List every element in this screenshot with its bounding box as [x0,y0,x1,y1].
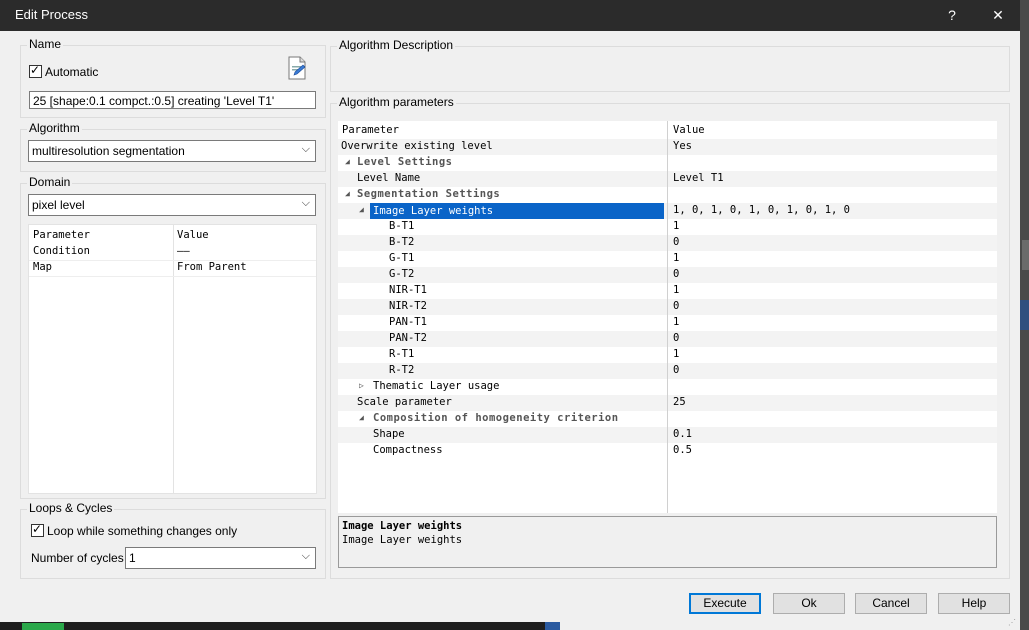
column-divider [667,121,668,513]
title-bar: Edit Process ? ✕ [0,0,1020,31]
parameter-value[interactable]: 1, 0, 1, 0, 1, 0, 1, 0, 1, 0 [673,204,850,216]
background-indicator [22,623,64,630]
algorithm-description-group: Algorithm Description [330,38,1010,92]
collapse-icon[interactable]: ◢ [359,413,364,422]
domain-parameter-table: Parameter Value Condition —— Map From Pa… [28,224,317,494]
parameter-value[interactable]: 1 [673,348,679,360]
background-indicator [545,622,560,630]
parameter-name: NIR-T2 [389,300,427,312]
loop-checkbox[interactable] [31,522,44,537]
parameter-value[interactable]: 25 [673,396,686,408]
cancel-button[interactable]: Cancel [855,593,927,614]
close-icon[interactable]: ✕ [976,0,1020,31]
parameter-value[interactable]: Yes [673,140,692,152]
automatic-label: Automatic [45,65,99,79]
parameter-name: NIR-T1 [389,284,427,296]
parameter-name: G-T2 [389,268,415,280]
parameter-name: Overwrite existing level [341,140,493,152]
table-row[interactable]: Condition —— [29,244,316,261]
parameter-value[interactable]: 1 [673,284,679,296]
ok-button[interactable]: Ok [773,593,845,614]
cycles-select[interactable]: 1 ⌵ [125,547,316,569]
parameter-name: B-T2 [389,236,415,248]
parameter-help-box: Image Layer weights Image Layer weights [338,516,997,568]
collapse-icon[interactable]: ◢ [359,205,364,214]
parameter-name: R-T2 [389,364,415,376]
value-header: Value [673,124,705,136]
parameter-value[interactable]: 0.1 [673,428,692,440]
value-header: Value [177,229,209,241]
algorithm-parameters-title: Algorithm parameters [337,95,456,109]
expand-icon[interactable]: ▷ [359,381,364,390]
parameter-name: Segmentation Settings [357,188,501,200]
parameter-name: R-T1 [389,348,415,360]
domain-select[interactable]: pixel level ⌵ [28,194,316,216]
domain-group-title: Domain [27,175,73,189]
row-value: —— [177,245,190,257]
name-group-title: Name [27,37,64,51]
parameter-name: PAN-T1 [389,316,427,328]
cycles-label: Number of cycles [31,551,124,565]
parameter-value[interactable]: Level T1 [673,172,724,184]
parameter-value[interactable]: 0 [673,332,679,344]
parameter-value[interactable]: 1 [673,220,679,232]
chevron-down-icon: ⌵ [301,550,310,562]
algorithm-select[interactable]: multiresolution segmentation ⌵ [28,140,316,162]
collapse-icon[interactable]: ◢ [345,157,350,166]
dialog-title: Edit Process [15,7,88,22]
background-panel [1020,300,1029,330]
parameter-name: Composition of homogeneity criterion [373,412,619,424]
parameter-name: B-T1 [389,220,415,232]
document-edit-icon[interactable] [286,56,308,80]
cycles-select-value: 1 [129,551,136,565]
parameter-name: Thematic Layer usage [373,380,500,392]
parameter-header: Parameter [342,124,399,136]
parameter-value[interactable]: 0 [673,268,679,280]
parameter-help-text: Image Layer weights [342,534,463,546]
parameter-header: Parameter [33,229,90,241]
chevron-down-icon: ⌵ [301,143,310,155]
loop-label: Loop while something changes only [47,524,238,538]
parameter-value[interactable]: 0 [673,364,679,376]
parameter-name: G-T1 [389,252,415,264]
parameter-name: Image Layer weights [370,203,664,219]
process-name-field[interactable]: 25 [shape:0.1 compct.:0.5] creating 'Lev… [29,91,316,109]
row-param: Condition [33,245,90,257]
help-button[interactable]: Help [938,593,1010,614]
parameter-name: Level Settings [357,156,453,168]
background-scrollbar [1022,240,1029,270]
algorithm-select-value: multiresolution segmentation [32,144,185,158]
collapse-icon[interactable]: ◢ [345,189,350,198]
parameter-name: Level Name [357,172,421,184]
parameter-value[interactable]: 1 [673,252,679,264]
domain-select-value: pixel level [32,198,85,212]
background-taskbar [0,622,560,630]
table-header-row: Parameter Value [29,228,316,244]
parameter-value[interactable]: 0 [673,236,679,248]
parameter-value[interactable]: 1 [673,316,679,328]
parameter-name: Compactness [373,444,443,456]
parameter-name: Scale parameter [357,396,452,408]
chevron-down-icon: ⌵ [301,197,310,209]
parameter-value[interactable]: 0 [673,300,679,312]
background-window-edge [1020,0,1029,630]
table-row[interactable]: Map From Parent [29,260,316,277]
automatic-checkbox[interactable] [29,63,42,78]
parameter-value[interactable]: 0.5 [673,444,692,456]
row-value: From Parent [177,261,247,273]
parameter-help-title: Image Layer weights [342,520,463,532]
loops-cycles-title: Loops & Cycles [27,501,115,515]
algorithm-group-title: Algorithm [27,121,82,135]
parameter-name: Shape [373,428,405,440]
execute-button[interactable]: Execute [689,593,761,614]
help-icon[interactable]: ? [930,0,974,31]
algorithm-description-title: Algorithm Description [337,38,456,52]
row-param: Map [33,261,52,273]
parameter-name: PAN-T2 [389,332,427,344]
edit-process-dialog: Edit Process ? ✕ Name Automatic 25 [shap… [0,0,1020,630]
resize-grip-icon[interactable]: ⋰ [1008,618,1018,628]
